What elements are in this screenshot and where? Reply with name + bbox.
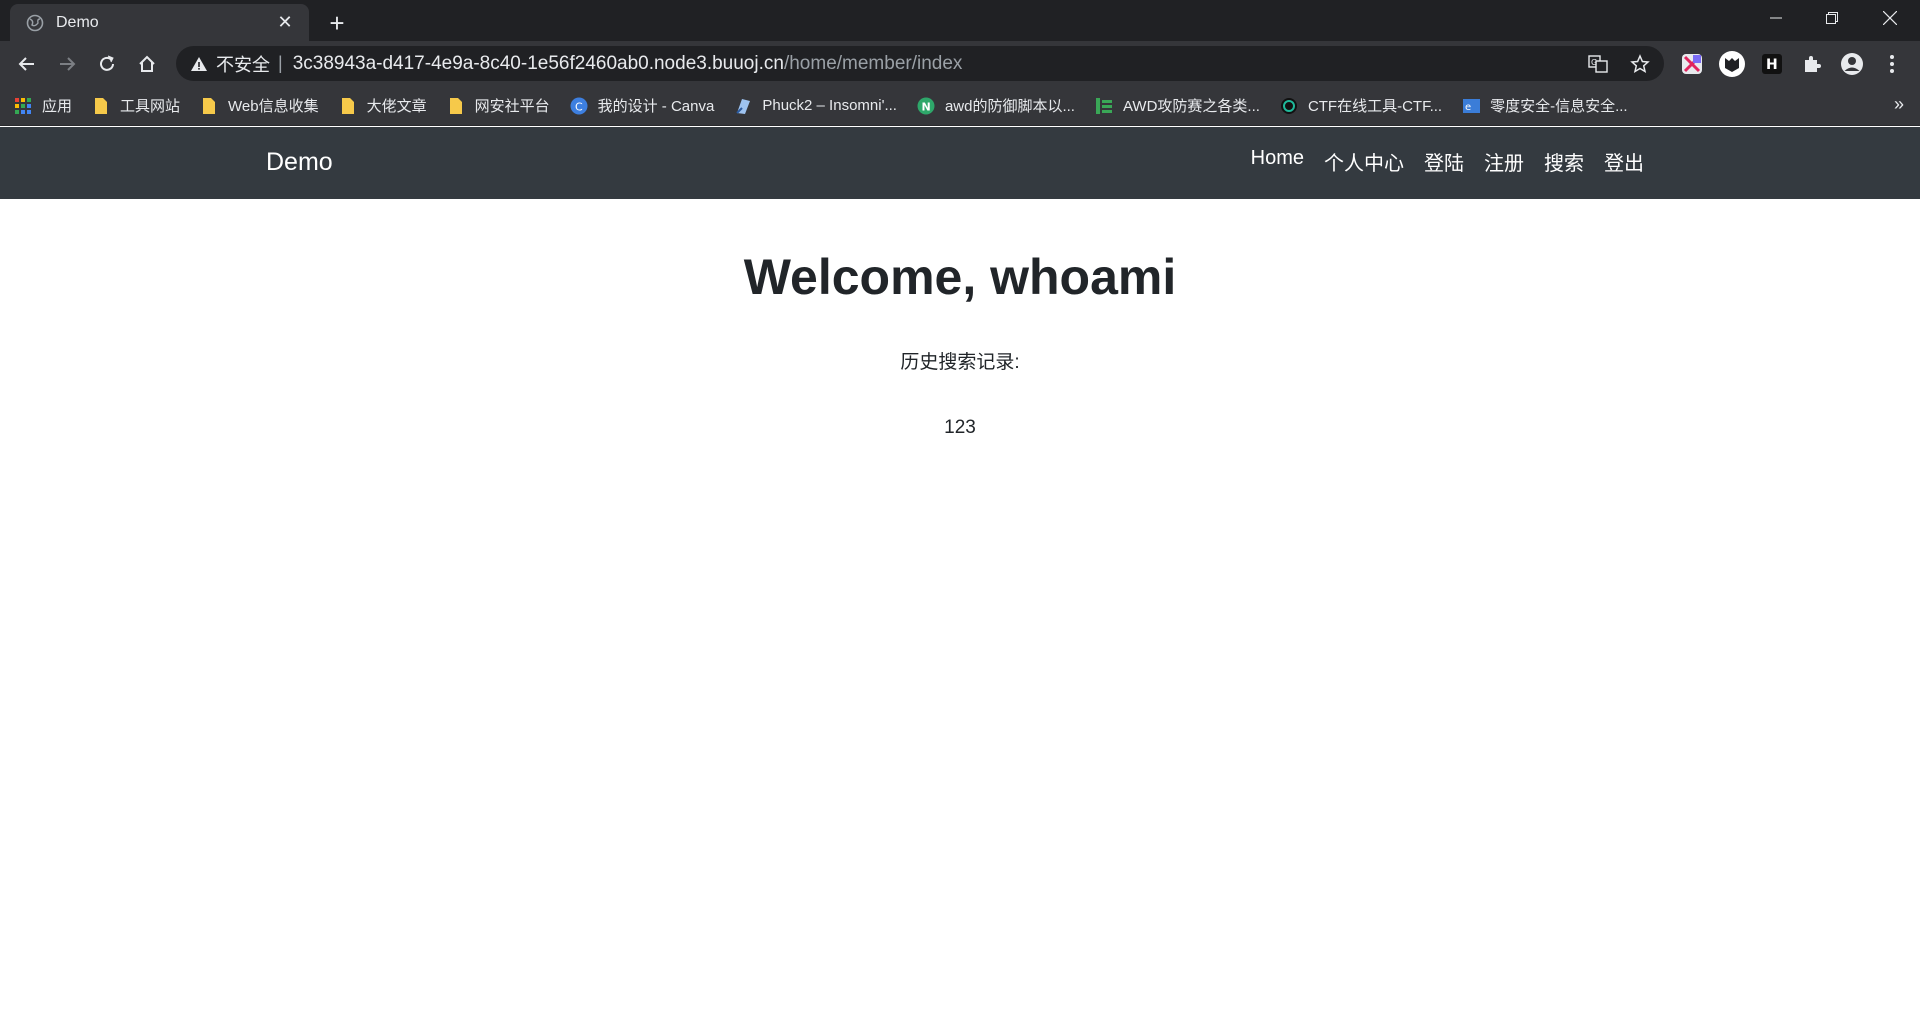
bookmark-label: awd的防御脚本以...: [944, 98, 1075, 115]
bookmark-awd-defense[interactable]: N awd的防御脚本以...: [917, 95, 1075, 116]
site-icon: e: [1462, 97, 1481, 115]
bookmark-phuck2[interactable]: Phuck2 – Insomni'...: [734, 97, 897, 115]
address-bar[interactable]: 不安全 | 3c38943a-d417-4e9a-8c40-1e56f2460a…: [176, 46, 1664, 81]
bookmark-folder-tools[interactable]: 工具网站: [92, 95, 180, 116]
more-bookmarks-button[interactable]: »: [1894, 94, 1904, 115]
bookmark-folder-articles[interactable]: 大佬文章: [339, 95, 427, 116]
forward-button[interactable]: [50, 47, 84, 81]
home-icon: [139, 55, 155, 72]
bookmark-folder-web[interactable]: Web信息收集: [200, 95, 319, 116]
bookmark-label: 我的设计 - Canva: [597, 98, 715, 115]
bookmark-label: Web信息收集: [228, 98, 319, 115]
bookmark-folder-platform[interactable]: 网安社平台: [447, 95, 550, 116]
nav-links: Home 个人中心 登陆 注册 搜索 登出: [1231, 147, 1644, 176]
extension-icon-3[interactable]: H: [1758, 50, 1786, 78]
forward-arrow-icon: [60, 57, 76, 71]
url-host: 3c38943a-d417-4e9a-8c40-1e56f2460ab0.nod…: [292, 52, 784, 74]
back-arrow-icon: [18, 57, 34, 71]
new-tab-button[interactable]: +: [322, 8, 352, 38]
bookmark-label: AWD攻防赛之各类...: [1122, 98, 1260, 115]
back-button[interactable]: [10, 47, 44, 81]
apps-grid-icon: [14, 97, 32, 115]
window-close-icon: [1883, 11, 1897, 25]
restore-button[interactable]: [1804, 0, 1860, 36]
folder-icon: [200, 97, 218, 115]
brand-link[interactable]: Demo: [266, 148, 333, 177]
canva-icon: C: [570, 97, 588, 115]
minimize-button[interactable]: [1748, 0, 1804, 36]
bookmark-canva[interactable]: C 我的设计 - Canva: [570, 95, 715, 116]
reload-icon: [100, 55, 114, 71]
folder-icon: [447, 97, 465, 115]
translate-icon[interactable]: G: [1587, 53, 1609, 75]
svg-text:G: G: [1591, 58, 1597, 67]
menu-dots-icon[interactable]: [1878, 50, 1906, 78]
nav-register[interactable]: 注册: [1484, 147, 1524, 176]
reload-button[interactable]: [90, 47, 124, 81]
extension-icon-2[interactable]: [1718, 50, 1746, 78]
bookmark-label: 大佬文章: [366, 98, 427, 115]
n-icon: N: [917, 97, 935, 115]
bookmark-star-icon[interactable]: [1629, 53, 1651, 75]
site-navbar: Demo Home 个人中心 登陆 注册 搜索 登出: [0, 127, 1920, 199]
globe-icon: [26, 14, 44, 31]
bars-icon: [1095, 97, 1113, 115]
welcome-heading: Welcome, whoami: [743, 249, 1177, 305]
svg-text:N: N: [921, 100, 930, 113]
page-icon: [734, 97, 752, 115]
bookmark-label: Phuck2 – Insomni'...: [762, 97, 897, 114]
extensions-puzzle-icon[interactable]: [1798, 50, 1826, 78]
bookmark-label: 应用: [42, 98, 73, 115]
bookmark-ctf-tools[interactable]: CTF在线工具-CTF...: [1280, 95, 1442, 116]
browser-tab-bar: Demo ✕ +: [0, 0, 1920, 41]
tab-title: Demo: [56, 13, 99, 31]
svg-text:C: C: [575, 100, 583, 113]
folder-icon: [92, 97, 110, 115]
search-history-item: 123: [944, 417, 976, 438]
bookmark-awd-attack[interactable]: AWD攻防赛之各类...: [1095, 95, 1260, 116]
circle-icon: [1280, 97, 1298, 115]
warning-icon: [191, 56, 207, 71]
url-separator: |: [278, 53, 283, 73]
bookmark-label: 工具网站: [120, 98, 181, 115]
bookmark-label: 零度安全-信息安全...: [1490, 98, 1628, 115]
tab-close-icon[interactable]: ✕: [273, 11, 297, 35]
profile-avatar-icon[interactable]: [1838, 50, 1866, 78]
bookmarks-bar: 应用 工具网站 Web信息收集 大佬文章 网安社平台 C 我的设计 - Canv…: [0, 86, 1920, 126]
nav-login[interactable]: 登陆: [1424, 147, 1464, 176]
search-history-label: 历史搜索记录:: [900, 352, 1020, 373]
nav-home[interactable]: Home: [1251, 147, 1304, 176]
bookmark-lingdu[interactable]: e 零度安全-信息安全...: [1462, 95, 1628, 116]
svg-text:H: H: [1766, 57, 1778, 73]
restore-icon: [1826, 12, 1838, 24]
minimize-icon: [1770, 17, 1782, 19]
extension-icon-1[interactable]: [1678, 50, 1706, 78]
window-close-button[interactable]: [1862, 0, 1918, 36]
browser-toolbar: 不安全 | 3c38943a-d417-4e9a-8c40-1e56f2460a…: [0, 41, 1920, 86]
not-secure-label: 不安全: [216, 54, 270, 75]
nav-logout[interactable]: 登出: [1604, 147, 1644, 176]
bookmark-label: CTF在线工具-CTF...: [1307, 98, 1443, 115]
bookmark-apps[interactable]: 应用: [14, 95, 72, 116]
nav-search[interactable]: 搜索: [1544, 147, 1584, 176]
home-button[interactable]: [130, 47, 164, 81]
browser-tab[interactable]: Demo ✕: [10, 4, 309, 41]
folder-icon: [339, 97, 357, 115]
bookmark-label: 网安社平台: [474, 98, 550, 115]
url-path: /home/member/index: [783, 52, 963, 74]
svg-text:e: e: [1465, 102, 1471, 113]
nav-profile[interactable]: 个人中心: [1324, 147, 1404, 176]
